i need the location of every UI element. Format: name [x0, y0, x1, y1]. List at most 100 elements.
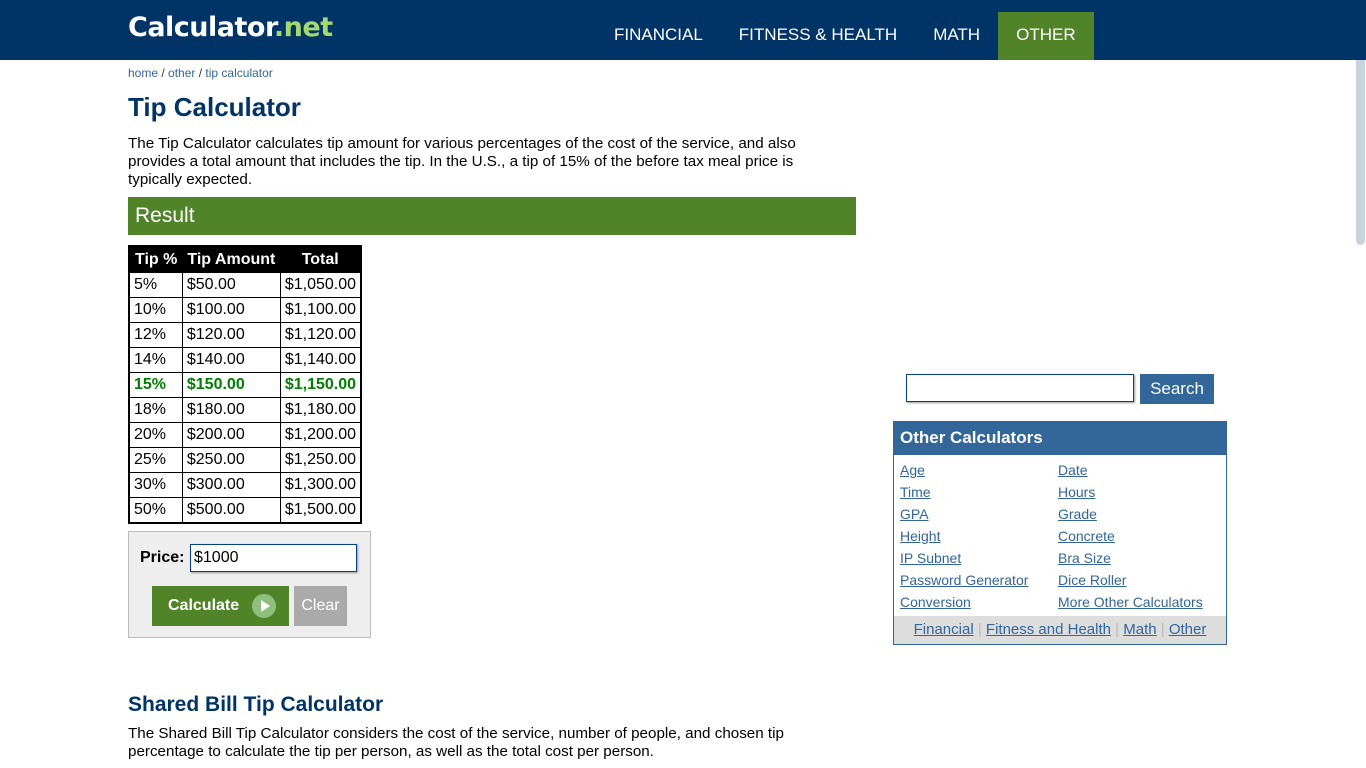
- table-row: 12% $120.00 $1,120.00: [128, 322, 362, 348]
- breadcrumb-home[interactable]: home: [128, 66, 158, 80]
- other-calc-link[interactable]: Password Generator: [900, 572, 1028, 588]
- logo-tld-text: .net: [273, 12, 333, 43]
- price-input[interactable]: [190, 544, 357, 572]
- footer-link-financial[interactable]: Financial: [914, 621, 974, 638]
- other-calculators-box: Other Calculators Age Time GPA Height IP Sub…: [893, 421, 1227, 645]
- total-cell: $1,120.00: [279, 322, 362, 348]
- calculate-button[interactable]: Calculate: [152, 586, 289, 626]
- other-calc-link[interactable]: More Other Calculators: [1058, 594, 1203, 610]
- table-row: 25% $250.00 $1,250.00: [128, 447, 362, 473]
- other-calc-link[interactable]: Conversion: [900, 594, 971, 610]
- tip-percent-cell: 20%: [128, 422, 183, 448]
- breadcrumb: home / other / tip calculator: [128, 66, 273, 80]
- tip-percent-cell: 18%: [128, 397, 183, 423]
- tip-percent-cell: 15%: [128, 372, 183, 398]
- other-calc-link[interactable]: Concrete: [1058, 528, 1115, 544]
- tip-amount-cell: $200.00: [181, 422, 281, 448]
- tip-percent-cell: 5%: [128, 272, 183, 298]
- price-label: Price:: [140, 549, 185, 566]
- tip-percent-cell: 30%: [128, 472, 183, 498]
- other-calc-link[interactable]: GPA: [900, 506, 929, 522]
- nav-fitness-health[interactable]: FITNESS & HEALTH: [721, 12, 915, 60]
- footer-link-math[interactable]: Math: [1123, 621, 1156, 638]
- breadcrumb-tip-calculator[interactable]: tip calculator: [205, 66, 272, 80]
- tip-percent-cell: 10%: [128, 297, 183, 323]
- tip-percent-cell: 25%: [128, 447, 183, 473]
- footer-link-fitness-health[interactable]: Fitness and Health: [986, 621, 1111, 638]
- total-cell: $1,140.00: [279, 347, 362, 373]
- total-cell: $1,200.00: [279, 422, 362, 448]
- total-cell: $1,250.00: [279, 447, 362, 473]
- table-row: 30% $300.00 $1,300.00: [128, 472, 362, 498]
- total-cell: $1,180.00: [279, 397, 362, 423]
- other-calculators-heading: Other Calculators: [894, 422, 1226, 455]
- calculate-label: Calculate: [168, 597, 240, 614]
- main-nav: FINANCIAL FITNESS & HEALTH MATH OTHER: [596, 12, 1094, 60]
- calculator-form: Price: Calculate Clear: [128, 531, 371, 638]
- tip-amount-cell: $100.00: [181, 297, 281, 323]
- breadcrumb-separator: /: [158, 66, 169, 80]
- header-tip-percent: Tip %: [129, 246, 183, 273]
- other-calc-link[interactable]: Time: [900, 484, 931, 500]
- site-logo[interactable]: Calculator.net: [128, 12, 333, 43]
- table-row: 15% $150.00 $1,150.00: [128, 372, 362, 398]
- table-header-row: Tip % Tip Amount Total: [129, 246, 362, 273]
- other-calc-link[interactable]: Age: [900, 462, 925, 478]
- header-total: Total: [280, 246, 362, 273]
- table-row: 50% $500.00 $1,500.00: [128, 497, 362, 524]
- nav-math[interactable]: MATH: [915, 12, 998, 60]
- breadcrumb-other[interactable]: other: [168, 66, 195, 80]
- table-body: 5% $50.00 $1,050.00 10% $100.00 $1,100.00 12% $…: [128, 272, 362, 524]
- footer-link-other[interactable]: Other: [1169, 621, 1207, 638]
- header-tip-amount: Tip Amount: [182, 246, 281, 273]
- table-row: 5% $50.00 $1,050.00: [128, 272, 362, 298]
- result-heading-bar: Result: [128, 197, 856, 235]
- clear-button[interactable]: Clear: [294, 586, 347, 626]
- play-icon: [252, 594, 276, 618]
- footer-separator: |: [1115, 621, 1120, 638]
- other-calc-link[interactable]: Height: [900, 528, 940, 544]
- tip-amount-cell: $150.00: [181, 372, 281, 398]
- tip-percent-cell: 14%: [128, 347, 183, 373]
- shared-bill-description: The Shared Bill Tip Calculator considers…: [128, 725, 784, 760]
- page-title: Tip Calculator: [128, 92, 301, 122]
- tip-amount-cell: $140.00: [181, 347, 281, 373]
- tip-percent-cell: 50%: [128, 497, 183, 524]
- breadcrumb-separator: /: [195, 66, 206, 80]
- footer-separator: |: [1160, 621, 1165, 638]
- tip-amount-cell: $250.00: [181, 447, 281, 473]
- search-input[interactable]: [906, 374, 1134, 402]
- total-cell: $1,050.00: [279, 272, 362, 298]
- nav-other[interactable]: OTHER: [998, 12, 1094, 60]
- category-footer-links: Financial | Fitness and Health | Math | …: [894, 616, 1226, 644]
- table-row: 14% $140.00 $1,140.00: [128, 347, 362, 373]
- tip-amount-cell: $300.00: [181, 472, 281, 498]
- tip-amount-cell: $50.00: [181, 272, 281, 298]
- table-row: 18% $180.00 $1,180.00: [128, 397, 362, 423]
- total-cell: $1,300.00: [279, 472, 362, 498]
- other-calc-link[interactable]: Dice Roller: [1058, 572, 1126, 588]
- other-calc-link[interactable]: Date: [1058, 462, 1088, 478]
- tip-amount-cell: $120.00: [181, 322, 281, 348]
- search-button[interactable]: Search: [1140, 374, 1214, 404]
- footer-separator: |: [977, 621, 982, 638]
- other-calc-link[interactable]: IP Subnet: [900, 550, 961, 566]
- logo-main-text: Calculator: [128, 12, 274, 43]
- shared-bill-heading: Shared Bill Tip Calculator: [128, 693, 384, 716]
- other-calc-link[interactable]: Hours: [1058, 484, 1095, 500]
- table-row: 20% $200.00 $1,200.00: [128, 422, 362, 448]
- table-row: 10% $100.00 $1,100.00: [128, 297, 362, 323]
- nav-financial[interactable]: FINANCIAL: [596, 12, 721, 60]
- scrollbar-thumb[interactable]: [1356, 60, 1365, 245]
- result-heading: Result: [135, 204, 195, 227]
- total-cell: $1,150.00: [279, 372, 362, 398]
- tip-percent-cell: 12%: [128, 322, 183, 348]
- other-calc-link[interactable]: Bra Size: [1058, 550, 1111, 566]
- total-cell: $1,100.00: [279, 297, 362, 323]
- total-cell: $1,500.00: [279, 497, 362, 524]
- tip-amount-cell: $500.00: [181, 497, 281, 524]
- other-calc-link[interactable]: Grade: [1058, 506, 1097, 522]
- tip-result-table: Tip % Tip Amount Total 5% $50.00 $1,050.00…: [128, 245, 363, 524]
- tip-amount-cell: $180.00: [181, 397, 281, 423]
- intro-paragraph: The Tip Calculator calculates tip amount…: [128, 135, 796, 188]
